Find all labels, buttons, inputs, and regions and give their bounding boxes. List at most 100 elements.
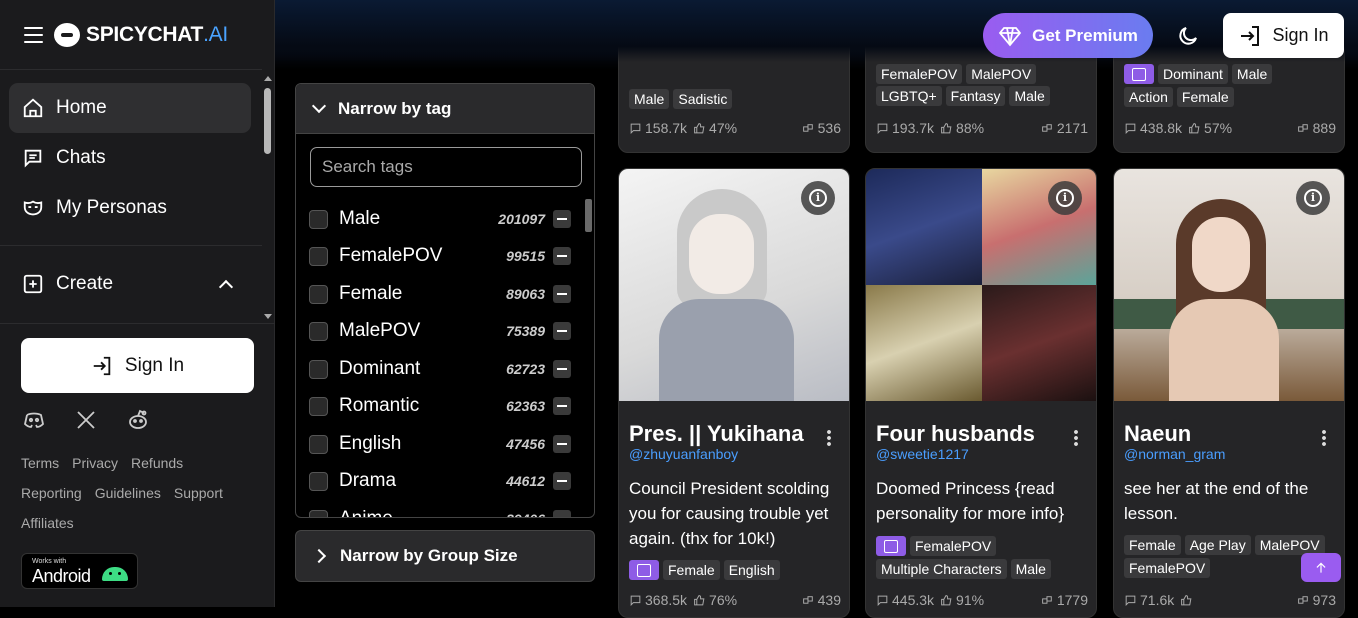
tag-checkbox[interactable] (309, 359, 328, 379)
exclude-tag-button[interactable] (553, 435, 571, 453)
tag-row[interactable]: Drama 44612 (309, 468, 571, 494)
android-badge[interactable]: Works with Android (21, 553, 138, 589)
tag-row[interactable]: English 47456 (309, 431, 571, 457)
tag-chip[interactable]: Male (1231, 64, 1273, 84)
exclude-tag-button[interactable] (553, 322, 571, 340)
guidelines-link[interactable]: Guidelines (95, 485, 161, 501)
exclude-tag-button[interactable] (553, 285, 571, 303)
logo[interactable]: SPICYCHAT.AI (54, 20, 228, 50)
tag-checkbox[interactable] (309, 471, 328, 491)
more-options-icon[interactable] (827, 429, 831, 447)
tag-chip[interactable]: FemalePOV (876, 64, 963, 84)
tag-chip[interactable]: Fantasy (945, 86, 1006, 106)
tag-chip[interactable]: Multiple Characters (876, 559, 1007, 579)
tag-chip[interactable]: Male (1010, 559, 1051, 579)
rating-value: 76% (709, 592, 738, 608)
tag-filter-header[interactable]: Narrow by tag (296, 84, 594, 134)
menu-icon[interactable] (24, 27, 43, 43)
terms-link[interactable]: Terms (21, 455, 59, 471)
tag-chip[interactable]: Dominant (1158, 64, 1228, 84)
info-button[interactable]: i (801, 181, 835, 215)
tokens-count: 973 (1312, 592, 1336, 608)
reddit-icon[interactable] (126, 408, 150, 432)
tag-checkbox[interactable] (309, 209, 328, 229)
diamond-icon (998, 26, 1022, 46)
tag-chip[interactable]: Female (663, 560, 720, 580)
tag-chip[interactable]: LGBTQ+ (876, 86, 942, 106)
nav-home[interactable]: Home (9, 83, 251, 133)
tag-checkbox[interactable] (309, 246, 328, 266)
exclude-tag-button[interactable] (553, 360, 571, 378)
exclude-tag-button[interactable] (553, 510, 571, 517)
tag-row[interactable]: Male 201097 (309, 206, 571, 232)
tag-chip[interactable]: Female (1124, 535, 1181, 555)
tag-checkbox[interactable] (309, 396, 328, 416)
support-link[interactable]: Support (174, 485, 223, 501)
get-premium-button[interactable]: Get Premium (983, 13, 1153, 58)
tag-filter-title: Narrow by tag (338, 98, 452, 118)
exclude-tag-button[interactable] (553, 210, 571, 228)
search-tags-input[interactable]: Search tags (310, 147, 582, 187)
android-robot-icon (102, 567, 128, 581)
mask-icon (23, 200, 43, 216)
tag-checkbox[interactable] (309, 284, 328, 304)
image-tag-icon[interactable] (1124, 64, 1154, 84)
tag-checkbox[interactable] (309, 434, 328, 454)
character-card[interactable]: Male Sadistic 158.7k 47% 536 (618, 30, 850, 153)
exclude-tag-button[interactable] (553, 247, 571, 265)
tag-chip[interactable]: MalePOV (966, 64, 1037, 84)
tag-name: FemalePOV (339, 245, 443, 266)
reporting-link[interactable]: Reporting (21, 485, 82, 501)
affiliates-link[interactable]: Affiliates (21, 515, 74, 531)
group-size-filter-header[interactable]: Narrow by Group Size (295, 530, 595, 582)
character-card[interactable]: i Naeun @norman_gram see her at the end … (1113, 168, 1345, 618)
tag-chip[interactable]: Age Play (1184, 535, 1251, 555)
chevron-up-icon[interactable] (218, 279, 234, 295)
x-icon[interactable] (74, 408, 98, 432)
tag-chip[interactable]: Male (629, 89, 670, 109)
theme-toggle-moon-icon[interactable] (1176, 24, 1200, 48)
character-card[interactable]: i Pres. || Yukihana @zhuyuanfanboy Counc… (618, 168, 850, 618)
sidebar-signin-button[interactable]: Sign In (21, 338, 254, 393)
header-signin-button[interactable]: Sign In (1223, 13, 1344, 58)
privacy-link[interactable]: Privacy (72, 455, 118, 471)
discord-icon[interactable] (22, 408, 46, 432)
tag-checkbox[interactable] (309, 509, 328, 517)
card-creator-link[interactable]: @zhuyuanfanboy (629, 446, 738, 462)
info-button[interactable]: i (1048, 181, 1082, 215)
tag-chip[interactable]: Female (1176, 87, 1234, 107)
more-options-icon[interactable] (1322, 429, 1326, 447)
tag-chip[interactable]: FemalePOV (910, 536, 997, 556)
nav-create[interactable]: Create (9, 259, 251, 309)
exclude-tag-button[interactable] (553, 472, 571, 490)
card-creator-link[interactable]: @norman_gram (1124, 446, 1225, 462)
tag-chip[interactable]: MalePOV (1254, 535, 1325, 555)
exclude-tag-button[interactable] (553, 397, 571, 415)
card-creator-link[interactable]: @sweetie1217 (876, 446, 969, 462)
more-options-icon[interactable] (1074, 429, 1078, 447)
tag-row[interactable]: Romantic 62363 (309, 393, 571, 419)
scroll-to-top-button[interactable] (1301, 553, 1341, 582)
tag-list-scrollbar[interactable] (585, 199, 592, 232)
tag-row[interactable]: FemalePOV 99515 (309, 243, 571, 269)
tag-row[interactable]: Female 89063 (309, 281, 571, 307)
tag-row[interactable]: MalePOV 75389 (309, 318, 571, 344)
tag-chip[interactable]: FemalePOV (1124, 558, 1211, 578)
tag-checkbox[interactable] (309, 321, 328, 341)
nav-personas[interactable]: My Personas (9, 183, 251, 233)
tag-chip[interactable]: Action (1124, 87, 1173, 107)
image-tag-icon[interactable] (876, 536, 906, 556)
tag-row[interactable]: Dominant 62723 (309, 356, 571, 382)
sidebar-scrollbar[interactable] (262, 70, 274, 323)
tag-chip[interactable]: Sadistic (673, 89, 733, 109)
refunds-link[interactable]: Refunds (131, 455, 183, 471)
tag-row[interactable]: Anime39406 (309, 506, 571, 517)
image-tag-icon[interactable] (629, 560, 659, 580)
tag-chip[interactable]: English (723, 560, 780, 580)
footer-links-row-3: Affiliates (21, 515, 74, 531)
character-card[interactable]: i Four husbands @sweetie1217 Doomed Prin… (865, 168, 1097, 618)
nav-chats[interactable]: Chats (9, 133, 251, 183)
tag-count: 201097 (498, 211, 545, 227)
tag-chip[interactable]: Male (1009, 86, 1050, 106)
info-button[interactable]: i (1296, 181, 1330, 215)
